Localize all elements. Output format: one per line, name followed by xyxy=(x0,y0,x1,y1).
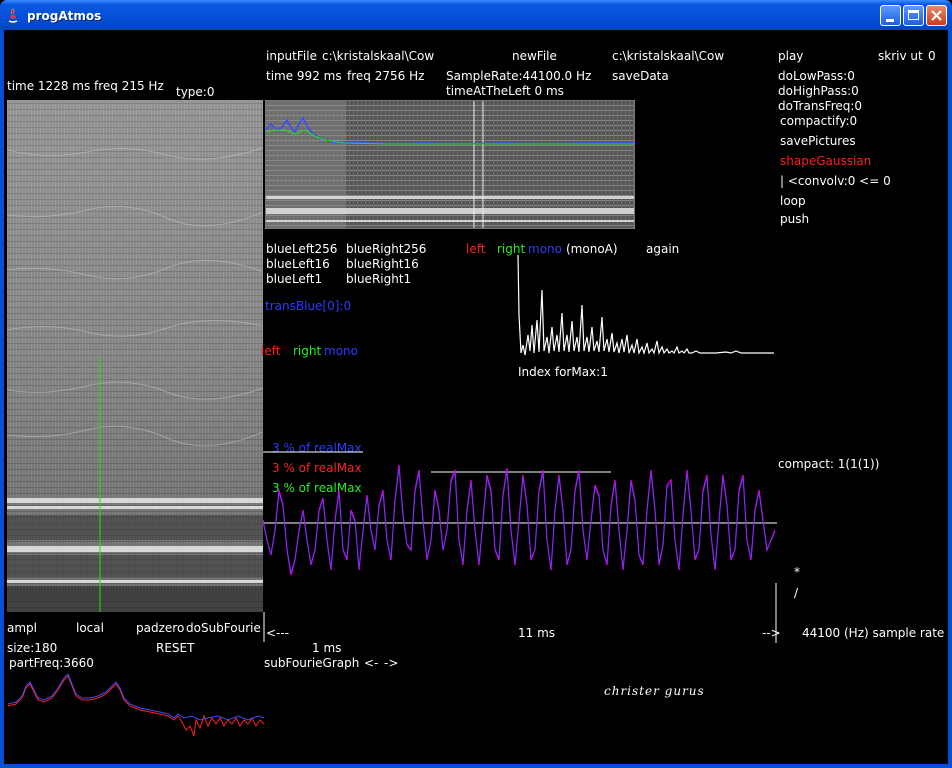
channel-right-button[interactable]: right xyxy=(497,242,525,256)
scroll-right-arrow[interactable]: --> xyxy=(762,626,781,640)
title-bar: progAtmos xyxy=(0,0,952,30)
channel-mono-button[interactable]: mono xyxy=(528,242,562,256)
blueright256-button[interactable]: blueRight256 xyxy=(346,242,426,256)
one-ms-label: 1 ms xyxy=(312,641,342,655)
left-time-readout: time 1228 ms xyxy=(7,79,91,93)
dolowpass-toggle[interactable]: doLowPass:0 xyxy=(778,69,855,83)
channel-left-button[interactable]: left xyxy=(466,242,485,256)
subfourie-prev-button[interactable]: <- xyxy=(364,656,378,670)
blueright16-button[interactable]: blueRight16 xyxy=(346,257,419,271)
channel-mono-button-2[interactable]: mono xyxy=(324,344,358,358)
dosubfourie-button[interactable]: doSubFourie xyxy=(186,621,261,635)
samplerate-readout: SampleRate:44100.0 Hz xyxy=(446,69,592,83)
size-label[interactable]: size:180 xyxy=(7,641,57,655)
blueleft1-button[interactable]: blueLeft1 xyxy=(266,272,322,286)
savedata-button[interactable]: saveData xyxy=(612,69,669,83)
channel-left-button-2[interactable]: left xyxy=(261,344,280,358)
shapegaussian-button[interactable]: shapeGaussian xyxy=(780,154,871,168)
left-spectrogram[interactable] xyxy=(7,100,263,612)
waveform-left-marker xyxy=(263,612,265,642)
close-icon xyxy=(931,10,942,21)
again-button[interactable]: again xyxy=(646,242,679,256)
top-time-readout: time 992 ms xyxy=(266,69,342,83)
blueleft256-button[interactable]: blueLeft256 xyxy=(266,242,337,256)
index-formax-readout: Index forMax:1 xyxy=(518,365,608,379)
input-path-text: c:\kristalskaal\Cow xyxy=(322,49,435,63)
transblue-readout: transBlue[0]:0 xyxy=(265,299,352,313)
channel-right-button-2[interactable]: right xyxy=(293,344,321,358)
skriv-ut-button[interactable]: skriv ut xyxy=(878,49,923,63)
waveform-plot[interactable] xyxy=(263,450,779,595)
scroll-left-arrow[interactable]: <--- xyxy=(266,626,289,640)
timeattheleft-readout: timeAtTheLeft 0 ms xyxy=(446,84,564,98)
compactify-toggle[interactable]: compactify:0 xyxy=(780,114,857,128)
zoom-out-slash[interactable]: / xyxy=(794,586,798,600)
dotransfreq-toggle[interactable]: doTransFreq:0 xyxy=(778,99,862,113)
partfreq-label: partFreq:3660 xyxy=(9,656,94,670)
inputfile-button[interactable]: inputFile xyxy=(266,49,317,63)
convolv-control[interactable]: | <convolv:0 <= 0 xyxy=(780,174,891,188)
loop-button[interactable]: loop xyxy=(780,194,806,208)
savepictures-button[interactable]: savePictures xyxy=(780,134,856,148)
blueleft16-button[interactable]: blueLeft16 xyxy=(266,257,330,271)
new-path-text: c:\kristalskaal\Cow xyxy=(612,49,725,63)
signature: christer gurus xyxy=(604,684,705,698)
newfile-button[interactable]: newFile xyxy=(512,49,557,63)
minimize-button[interactable] xyxy=(880,5,901,26)
channel-monoa-button[interactable]: (monoA) xyxy=(566,242,618,256)
maximize-icon xyxy=(908,10,919,20)
spectrum-peaks-graph xyxy=(517,255,774,356)
subfourie-next-button[interactable]: -> xyxy=(384,656,398,670)
java-icon xyxy=(8,8,18,23)
push-button[interactable]: push xyxy=(780,212,809,226)
overview-spectrogram[interactable] xyxy=(265,100,635,229)
zoom-in-star[interactable]: * xyxy=(794,565,800,579)
subfouriegraph-button[interactable]: subFourieGraph xyxy=(264,656,359,670)
top-freq-readout: freq 2756 Hz xyxy=(347,69,425,83)
window-title: progAtmos xyxy=(27,9,102,23)
ampl-button[interactable]: ampl xyxy=(7,621,37,635)
reset-button[interactable]: RESET xyxy=(156,641,194,655)
minimize-icon xyxy=(886,19,894,22)
play-button[interactable]: play xyxy=(778,49,803,63)
skriv-ut-value: 0 xyxy=(928,49,936,63)
local-button[interactable]: local xyxy=(76,621,104,635)
compact-readout: compact: 1(1(1)) xyxy=(778,457,880,471)
waveform-duration: 11 ms xyxy=(518,626,556,640)
blueright1-button[interactable]: blueRight1 xyxy=(346,272,411,286)
sample-rate-label: 44100 (Hz) sample rate xyxy=(802,626,945,640)
dohighpass-toggle[interactable]: doHighPass:0 xyxy=(778,84,859,98)
maximize-button[interactable] xyxy=(903,5,924,26)
sub-fourier-graph xyxy=(8,673,265,737)
type-label[interactable]: type:0 xyxy=(176,85,214,99)
left-freq-readout: freq 215 Hz xyxy=(94,79,164,93)
close-button[interactable] xyxy=(926,5,947,26)
padzero-button[interactable]: padzero xyxy=(136,621,184,635)
